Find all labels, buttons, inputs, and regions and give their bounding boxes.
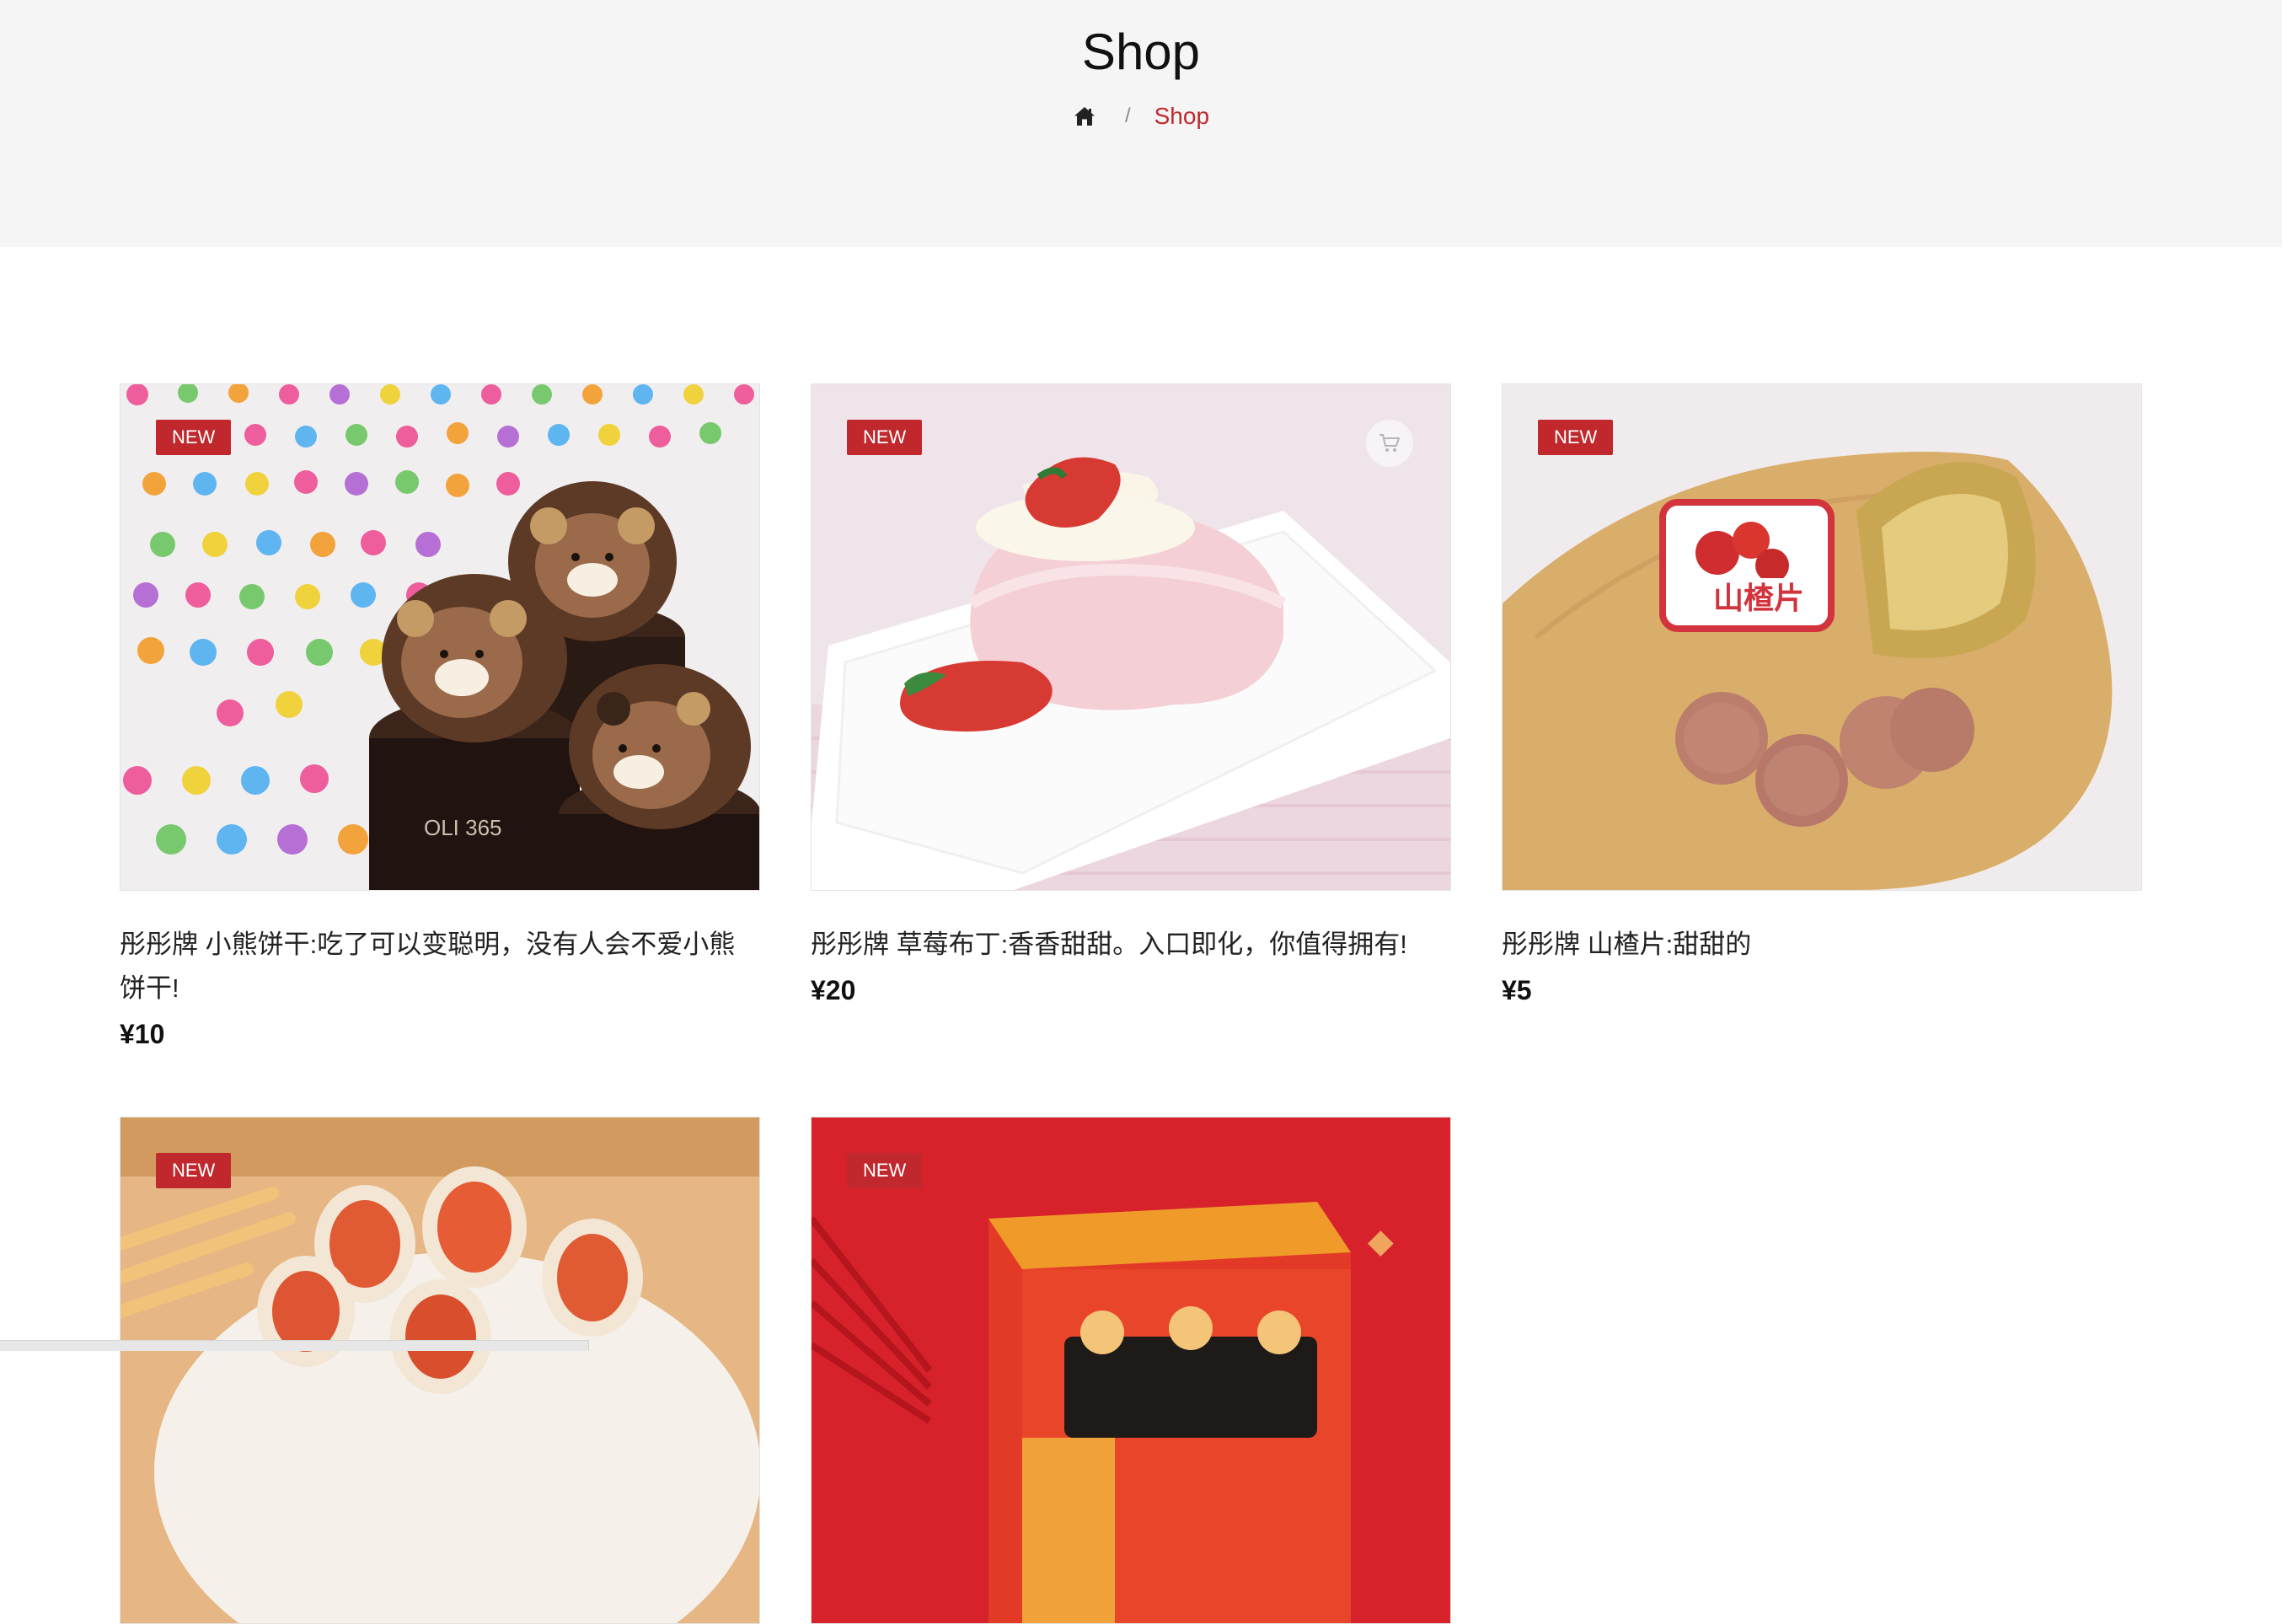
breadcrumb-separator: /	[1124, 105, 1131, 127]
new-badge: NEW	[847, 420, 923, 455]
product-price: ¥10	[120, 1019, 165, 1049]
new-badge: NEW	[156, 420, 232, 455]
product-price: ¥5	[1502, 975, 1532, 1005]
new-badge: NEW	[847, 1153, 923, 1188]
product-price: ¥20	[811, 975, 856, 1005]
product-card[interactable]: ◆ NEW	[811, 1117, 1451, 1624]
page-title: Shop	[1081, 24, 1201, 80]
product-image-bear-cookies[interactable]: OLI 365 NEW	[120, 383, 760, 891]
home-icon[interactable]	[1073, 105, 1096, 128]
product-card[interactable]: 山楂片 NEW 彤彤牌 山楂片:甜甜的 ¥5	[1502, 383, 2142, 1012]
product-image-strawberry-pudding[interactable]: NEW	[811, 383, 1451, 891]
svg-text:◆: ◆	[1368, 1222, 1394, 1261]
product-image-hawthorn-slices[interactable]: 山楂片 NEW	[1502, 383, 2142, 891]
product-image-gift-box[interactable]: ◆ NEW	[811, 1117, 1451, 1624]
product-title[interactable]: 彤彤牌 山楂片:甜甜的	[1502, 923, 2142, 967]
product-card[interactable]: OLI 365 NEW 彤彤牌 小熊饼干:吃了可以变聪明，没有人会不爱小熊饼干!…	[120, 383, 760, 1056]
product-card[interactable]: NEW 彤彤牌 草莓布丁:香香甜甜。入口即化，你值得拥有! ¥20	[811, 383, 1451, 1012]
product-image-snack-rolls[interactable]: NEW	[120, 1117, 760, 1624]
breadcrumb: / Shop	[0, 99, 2282, 133]
new-badge: NEW	[156, 1153, 232, 1188]
product-title[interactable]: 彤彤牌 小熊饼干:吃了可以变聪明，没有人会不爱小熊饼干!	[120, 923, 760, 1010]
product-title[interactable]: 彤彤牌 草莓布丁:香香甜甜。入口即化，你值得拥有!	[811, 923, 1451, 967]
cart-icon[interactable]	[1366, 420, 1413, 467]
bottom-scroll-bar[interactable]	[0, 1340, 589, 1351]
svg-text:OLI 365: OLI 365	[424, 815, 502, 840]
breadcrumb-current: Shop	[1154, 103, 1210, 129]
new-badge: NEW	[1538, 420, 1614, 455]
hawthorn-package-label: 山楂片	[1713, 582, 1804, 616]
page-banner: Shop / Shop	[0, 0, 2282, 247]
product-card[interactable]: NEW	[120, 1117, 760, 1624]
